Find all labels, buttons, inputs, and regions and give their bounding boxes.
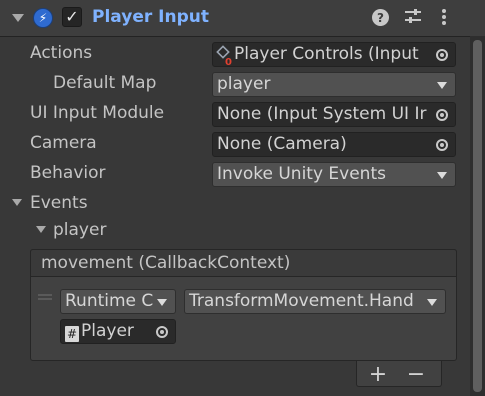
drag-handle-icon[interactable] — [38, 294, 52, 300]
add-listener-button[interactable]: + — [366, 364, 390, 386]
function-value: TransformMovement.Hand — [189, 291, 414, 311]
dropdown-arrow-icon — [157, 299, 167, 306]
camera-value: None (Camera) — [217, 134, 347, 154]
default-map-label: Default Map — [53, 73, 157, 93]
player-foldout-label[interactable]: player — [53, 220, 106, 240]
event-title: movement (CallbackContext) — [41, 253, 291, 273]
camera-label: Camera — [30, 133, 97, 153]
dropdown-arrow-icon — [427, 299, 437, 306]
object-picker-icon[interactable] — [429, 43, 455, 66]
script-icon: # — [65, 326, 79, 342]
settings-sliders-icon[interactable] — [403, 8, 423, 29]
actions-value: Player Controls (Input — [234, 44, 419, 64]
actions-object-field[interactable]: 0 Player Controls (Input — [212, 42, 456, 67]
events-foldout-label[interactable]: Events — [30, 193, 88, 213]
object-picker-icon[interactable] — [149, 320, 175, 343]
ui-input-module-label: UI Input Module — [30, 103, 165, 123]
runtime-mode-value: Runtime C — [65, 291, 154, 311]
behavior-value: Invoke Unity Events — [217, 164, 386, 184]
component-enabled-checkbox[interactable]: ✓ — [62, 7, 82, 27]
events-foldout-arrow-icon[interactable] — [12, 199, 22, 206]
function-dropdown[interactable]: TransformMovement.Hand — [184, 289, 446, 314]
actions-label: Actions — [30, 43, 93, 63]
camera-field[interactable]: None (Camera) — [212, 132, 456, 157]
object-picker-icon[interactable] — [429, 103, 455, 126]
component-title: Player Input — [92, 7, 209, 27]
dropdown-arrow-icon — [437, 172, 447, 179]
runtime-mode-dropdown[interactable]: Runtime C — [60, 289, 176, 314]
input-actions-asset-icon: 0 — [216, 45, 233, 66]
collapse-arrow-icon[interactable] — [12, 14, 24, 22]
default-map-value: player — [217, 74, 271, 94]
ui-input-module-value: None (Input System UI Ir — [217, 104, 427, 124]
behavior-label: Behavior — [30, 163, 106, 183]
more-vertical-icon[interactable] — [434, 8, 454, 31]
player-foldout-arrow-icon[interactable] — [36, 226, 46, 233]
target-object-field[interactable]: # Player — [60, 319, 176, 344]
ui-input-module-field[interactable]: None (Input System UI Ir — [212, 102, 456, 127]
remove-listener-button[interactable]: − — [404, 364, 428, 386]
target-object-value: Player — [81, 321, 134, 341]
default-map-dropdown[interactable]: player — [212, 72, 456, 97]
scrollbar-thumb[interactable] — [473, 40, 482, 392]
object-picker-icon[interactable] — [429, 133, 455, 156]
behavior-dropdown[interactable]: Invoke Unity Events — [212, 162, 456, 187]
dropdown-arrow-icon — [437, 82, 447, 89]
lightning-bolt-icon: ⚡ — [33, 8, 53, 28]
help-icon[interactable]: ? — [372, 9, 389, 26]
